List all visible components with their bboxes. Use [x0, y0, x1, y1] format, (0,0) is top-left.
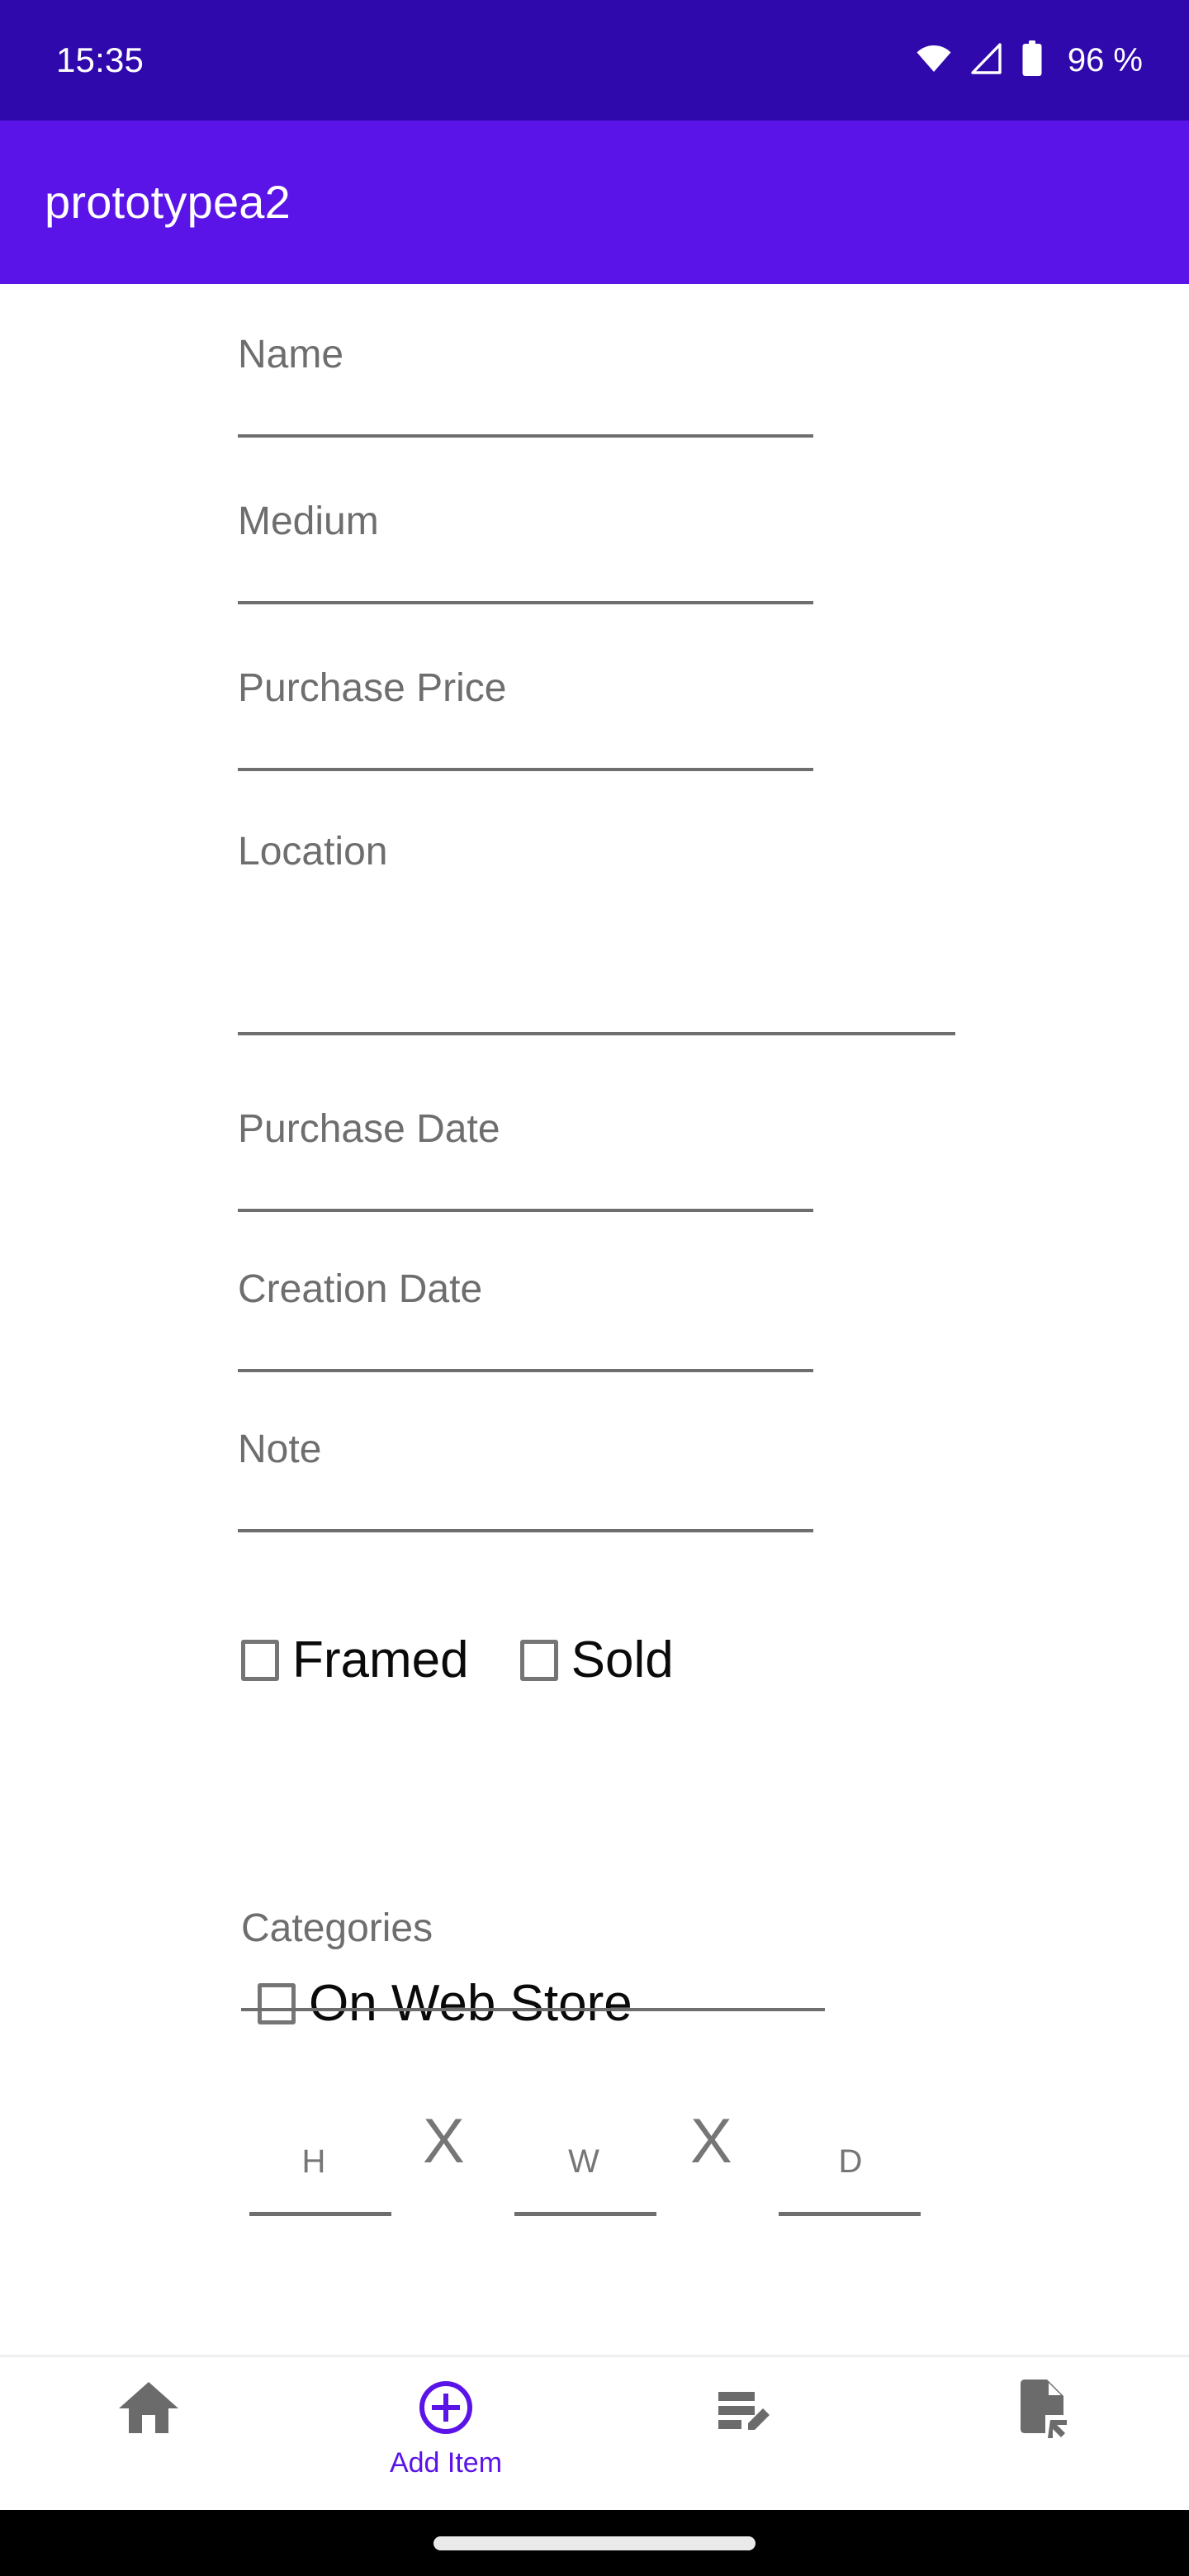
field-note-underline	[238, 1529, 813, 1532]
checkbox-sold-box[interactable]	[519, 1640, 558, 1681]
dimension-separator-2: X	[690, 2106, 732, 2176]
field-name[interactable]: Name	[238, 335, 343, 375]
field-purchase-price-label: Purchase Price	[238, 666, 507, 710]
checkbox-on-web-store-label: On Web Store	[309, 1975, 632, 2032]
checkbox-framed-box[interactable]	[241, 1640, 279, 1681]
checkbox-on-web-store[interactable]: On Web Store	[258, 1978, 632, 2029]
field-creation-date-label: Creation Date	[238, 1267, 483, 1311]
field-name-label: Name	[238, 333, 344, 376]
field-purchase-date-label: Purchase Date	[238, 1107, 500, 1151]
wifi-icon	[916, 45, 952, 77]
status-icon-group: 96 %	[916, 40, 1143, 81]
checkbox-sold-label: Sold	[571, 1631, 674, 1688]
field-categories[interactable]: Categories	[241, 1909, 433, 1949]
field-location-label: Location	[238, 830, 388, 874]
home-icon	[117, 2379, 180, 2441]
dimension-height-label: H	[301, 2143, 326, 2180]
dimension-depth[interactable]: D	[775, 2145, 926, 2178]
checkbox-on-web-store-box[interactable]	[258, 1983, 296, 2024]
field-purchase-date[interactable]: Purchase Date	[238, 1110, 500, 1149]
field-note-label: Note	[238, 1428, 322, 1471]
field-creation-date-underline	[238, 1369, 813, 1372]
nav-item-add-item-label: Add Item	[389, 2447, 503, 2479]
app-title: prototypea2	[45, 176, 291, 228]
system-gesture-bar	[0, 2510, 1189, 2576]
nav-item-home[interactable]	[0, 2357, 297, 2510]
nav-item-documents[interactable]	[892, 2357, 1189, 2510]
field-name-underline	[238, 434, 813, 438]
file-export-icon	[1009, 2379, 1072, 2444]
dimensions-row: H X W X D	[238, 2051, 964, 2216]
checkbox-framed-label: Framed	[292, 1631, 469, 1688]
field-purchase-date-underline	[238, 1209, 813, 1212]
battery-percent-label: 96 %	[1067, 42, 1143, 78]
nav-item-add-item[interactable]: Add Item	[297, 2357, 594, 2510]
dimension-height-underline	[249, 2212, 391, 2216]
battery-icon	[1021, 40, 1043, 81]
framed-sold-row: Framed Sold	[241, 1635, 674, 1686]
checkbox-framed[interactable]: Framed	[241, 1635, 469, 1686]
dimension-width-label: W	[568, 2143, 599, 2180]
plus-circle-icon	[417, 2379, 475, 2441]
field-creation-date[interactable]: Creation Date	[238, 1270, 482, 1309]
gesture-home-pill[interactable]	[433, 2536, 756, 2550]
nav-item-edit-list[interactable]	[594, 2357, 892, 2510]
web-store-row: On Web Store	[258, 1978, 632, 2029]
list-edit-icon	[712, 2379, 775, 2441]
dimension-width-underline	[514, 2212, 656, 2216]
field-note[interactable]: Note	[238, 1430, 321, 1470]
field-purchase-price[interactable]: Purchase Price	[238, 669, 506, 708]
status-bar: 15:35 96 %	[0, 0, 1189, 121]
dimension-height[interactable]: H	[238, 2145, 390, 2178]
add-item-form: Name Medium Purchase Price Location Purc…	[0, 284, 1189, 2355]
dimension-depth-underline	[779, 2212, 921, 2216]
field-medium-label: Medium	[238, 500, 379, 543]
field-medium[interactable]: Medium	[238, 502, 379, 542]
dimension-separator-1: X	[423, 2106, 465, 2176]
bottom-navigation-bar: Add Item	[0, 2357, 1189, 2510]
cellular-signal-icon	[970, 42, 1003, 79]
field-medium-underline	[238, 601, 813, 604]
dimension-width[interactable]: W	[508, 2145, 660, 2178]
field-categories-label: Categories	[241, 1906, 433, 1950]
app-bar: prototypea2	[0, 121, 1189, 284]
dimension-depth-label: D	[838, 2143, 863, 2180]
status-time: 15:35	[56, 40, 144, 79]
checkbox-sold[interactable]: Sold	[519, 1631, 674, 1688]
field-purchase-price-underline	[238, 768, 813, 771]
field-location-underline	[238, 1032, 955, 1035]
field-location[interactable]: Location	[238, 832, 387, 872]
app-screen: 15:35 96 % prototypea2 Name Medium Purch…	[0, 0, 1189, 2576]
field-categories-underline	[241, 2008, 825, 2011]
